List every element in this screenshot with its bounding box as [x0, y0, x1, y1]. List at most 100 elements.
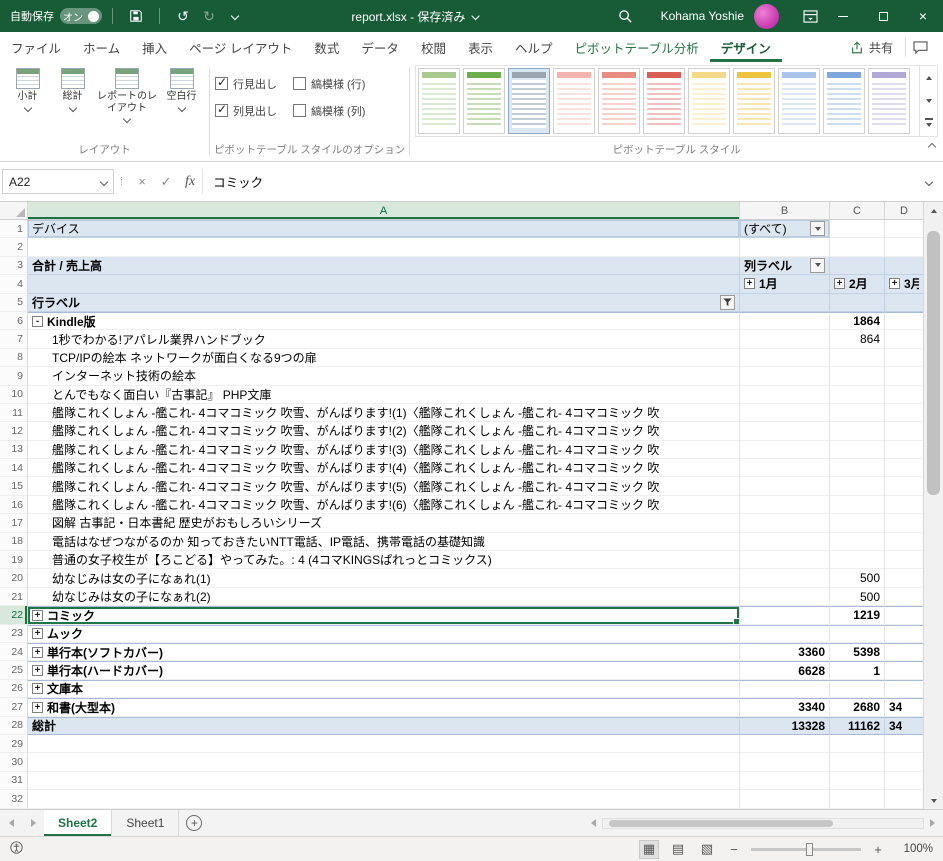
gallery-up-button[interactable]	[920, 66, 937, 89]
cell-D13[interactable]	[885, 441, 923, 460]
pivot-style-thumbnail-2[interactable]	[463, 68, 506, 134]
pivot-style-thumbnail-9[interactable]	[778, 68, 821, 134]
ribbon-tab-data[interactable]: データ	[350, 32, 410, 62]
row-header-9[interactable]: 9	[0, 367, 28, 386]
filter-applied-icon[interactable]	[720, 294, 735, 310]
cell-B15[interactable]	[740, 477, 830, 496]
cell-D17[interactable]	[885, 514, 923, 533]
cell-D7[interactable]	[885, 330, 923, 349]
cell-B25[interactable]: 6628	[740, 661, 830, 680]
cell-B22[interactable]	[740, 606, 830, 625]
cell-B29[interactable]	[740, 734, 830, 754]
pivot-style-thumbnail-8[interactable]	[733, 68, 776, 134]
pivot-style-thumbnail-11[interactable]	[868, 68, 911, 134]
row-headers-checkbox[interactable]: 行見出し	[215, 70, 277, 97]
row-header-31[interactable]: 31	[0, 771, 28, 791]
cell-B8[interactable]	[740, 348, 830, 368]
sheet-tab-sheet2[interactable]: Sheet2	[44, 810, 113, 836]
cell-D12[interactable]	[885, 422, 923, 441]
new-sheet-button[interactable]: +	[179, 810, 209, 836]
cell-D22[interactable]	[885, 606, 923, 625]
maximize-button[interactable]	[863, 0, 903, 32]
cell-A18[interactable]: 電話はなぜつながるのか 知っておきたいNTT電話、IP電話、携帯電話の基礎知識	[28, 532, 740, 552]
cell-B1[interactable]: (すべて)	[740, 220, 830, 239]
horizontal-scrollbar[interactable]	[583, 810, 943, 836]
ribbon-tab-formulas[interactable]: 数式	[303, 32, 350, 62]
row-header-17[interactable]: 17	[0, 514, 28, 533]
cell-C13[interactable]	[830, 440, 885, 460]
cell-B26[interactable]	[740, 679, 830, 699]
cell-B13[interactable]	[740, 440, 830, 460]
cell-C16[interactable]	[830, 495, 885, 515]
filter-dropdown-icon[interactable]	[810, 257, 825, 273]
row-header-4[interactable]: 4	[0, 275, 28, 294]
cell-A32[interactable]	[28, 790, 740, 809]
cell-D6[interactable]	[885, 311, 923, 331]
share-button[interactable]: 共有	[842, 36, 901, 59]
collapse-ribbon-button[interactable]	[927, 137, 937, 155]
row-header-11[interactable]: 11	[0, 403, 28, 423]
search-icon[interactable]	[613, 3, 639, 29]
cell-C4[interactable]: +2月	[830, 275, 885, 294]
row-header-19[interactable]: 19	[0, 551, 28, 570]
row-header-28[interactable]: 28	[0, 716, 28, 735]
sheet-nav-right-icon[interactable]	[22, 810, 44, 836]
row-header-13[interactable]: 13	[0, 440, 28, 460]
gallery-down-button[interactable]	[920, 89, 937, 112]
cell-D25[interactable]	[885, 661, 923, 680]
scroll-right-icon[interactable]	[930, 819, 939, 827]
insert-function-button[interactable]: fx	[178, 169, 202, 194]
enter-icon[interactable]: ✓	[154, 169, 178, 194]
cell-C24[interactable]: 5398	[830, 642, 885, 662]
cell-C22[interactable]: 1219	[830, 606, 885, 625]
row-header-29[interactable]: 29	[0, 734, 28, 754]
cell-A20[interactable]: 幼なじみは女の子になぁれ(1)	[28, 569, 740, 588]
cell-C26[interactable]	[830, 679, 885, 699]
cell-D19[interactable]	[885, 551, 923, 570]
cell-C18[interactable]	[830, 532, 885, 552]
cell-B5[interactable]	[740, 293, 830, 312]
cell-C25[interactable]: 1	[830, 661, 885, 680]
cell-D26[interactable]	[885, 679, 923, 699]
cell-A21[interactable]: 幼なじみは女の子になぁれ(2)	[28, 587, 740, 607]
cell-A10[interactable]: とんでもなく面白い『古事記』 PHP文庫	[28, 385, 740, 404]
cell-C10[interactable]	[830, 385, 885, 404]
row-header-24[interactable]: 24	[0, 642, 28, 662]
cell-A23[interactable]: + ムック	[28, 624, 740, 643]
expand-button[interactable]: +	[834, 278, 845, 290]
cell-B7[interactable]	[740, 330, 830, 349]
cell-D30[interactable]	[885, 753, 923, 772]
col-headers-checkbox[interactable]: 列見出し	[215, 97, 277, 124]
cell-A30[interactable]	[28, 753, 740, 772]
cell-D16[interactable]	[885, 496, 923, 515]
scrollbar-thumb[interactable]	[609, 819, 834, 827]
row-header-16[interactable]: 16	[0, 495, 28, 515]
zoom-in-button[interactable]: +	[870, 842, 886, 857]
expand-button[interactable]: +	[32, 701, 43, 713]
pivot-style-thumbnail-3[interactable]	[508, 68, 551, 134]
select-all-corner[interactable]	[0, 202, 28, 219]
cell-B6[interactable]	[740, 311, 830, 331]
cell-C5[interactable]	[830, 293, 885, 312]
row-header-14[interactable]: 14	[0, 459, 28, 478]
pivot-style-thumbnail-7[interactable]	[688, 68, 731, 134]
cell-C30[interactable]	[830, 753, 885, 772]
expand-button[interactable]: +	[32, 628, 43, 640]
quick-access-menu-icon[interactable]	[222, 3, 248, 29]
toggle-switch[interactable]: オン	[60, 8, 102, 24]
cell-A7[interactable]: 1秒でわかる!アパレル業界ハンドブック	[28, 330, 740, 349]
expand-button[interactable]: +	[32, 683, 43, 695]
pivot-style-thumbnail-4[interactable]	[553, 68, 596, 134]
document-title[interactable]: report.xlsx - 保存済み	[351, 8, 480, 25]
banded-rows-checkbox[interactable]: 縞模様 (行)	[293, 70, 365, 97]
user-name[interactable]: Kohama Yoshie	[661, 9, 744, 23]
cell-C3[interactable]	[830, 256, 885, 276]
zoom-slider[interactable]	[751, 842, 861, 856]
cell-B16[interactable]	[740, 495, 830, 515]
cell-B11[interactable]	[740, 403, 830, 423]
ribbon-tab-help[interactable]: ヘルプ	[504, 32, 564, 62]
row-header-20[interactable]: 20	[0, 569, 28, 588]
scroll-down-icon[interactable]	[924, 792, 943, 809]
pivot-style-thumbnail-6[interactable]	[643, 68, 686, 134]
cell-B20[interactable]	[740, 569, 830, 588]
